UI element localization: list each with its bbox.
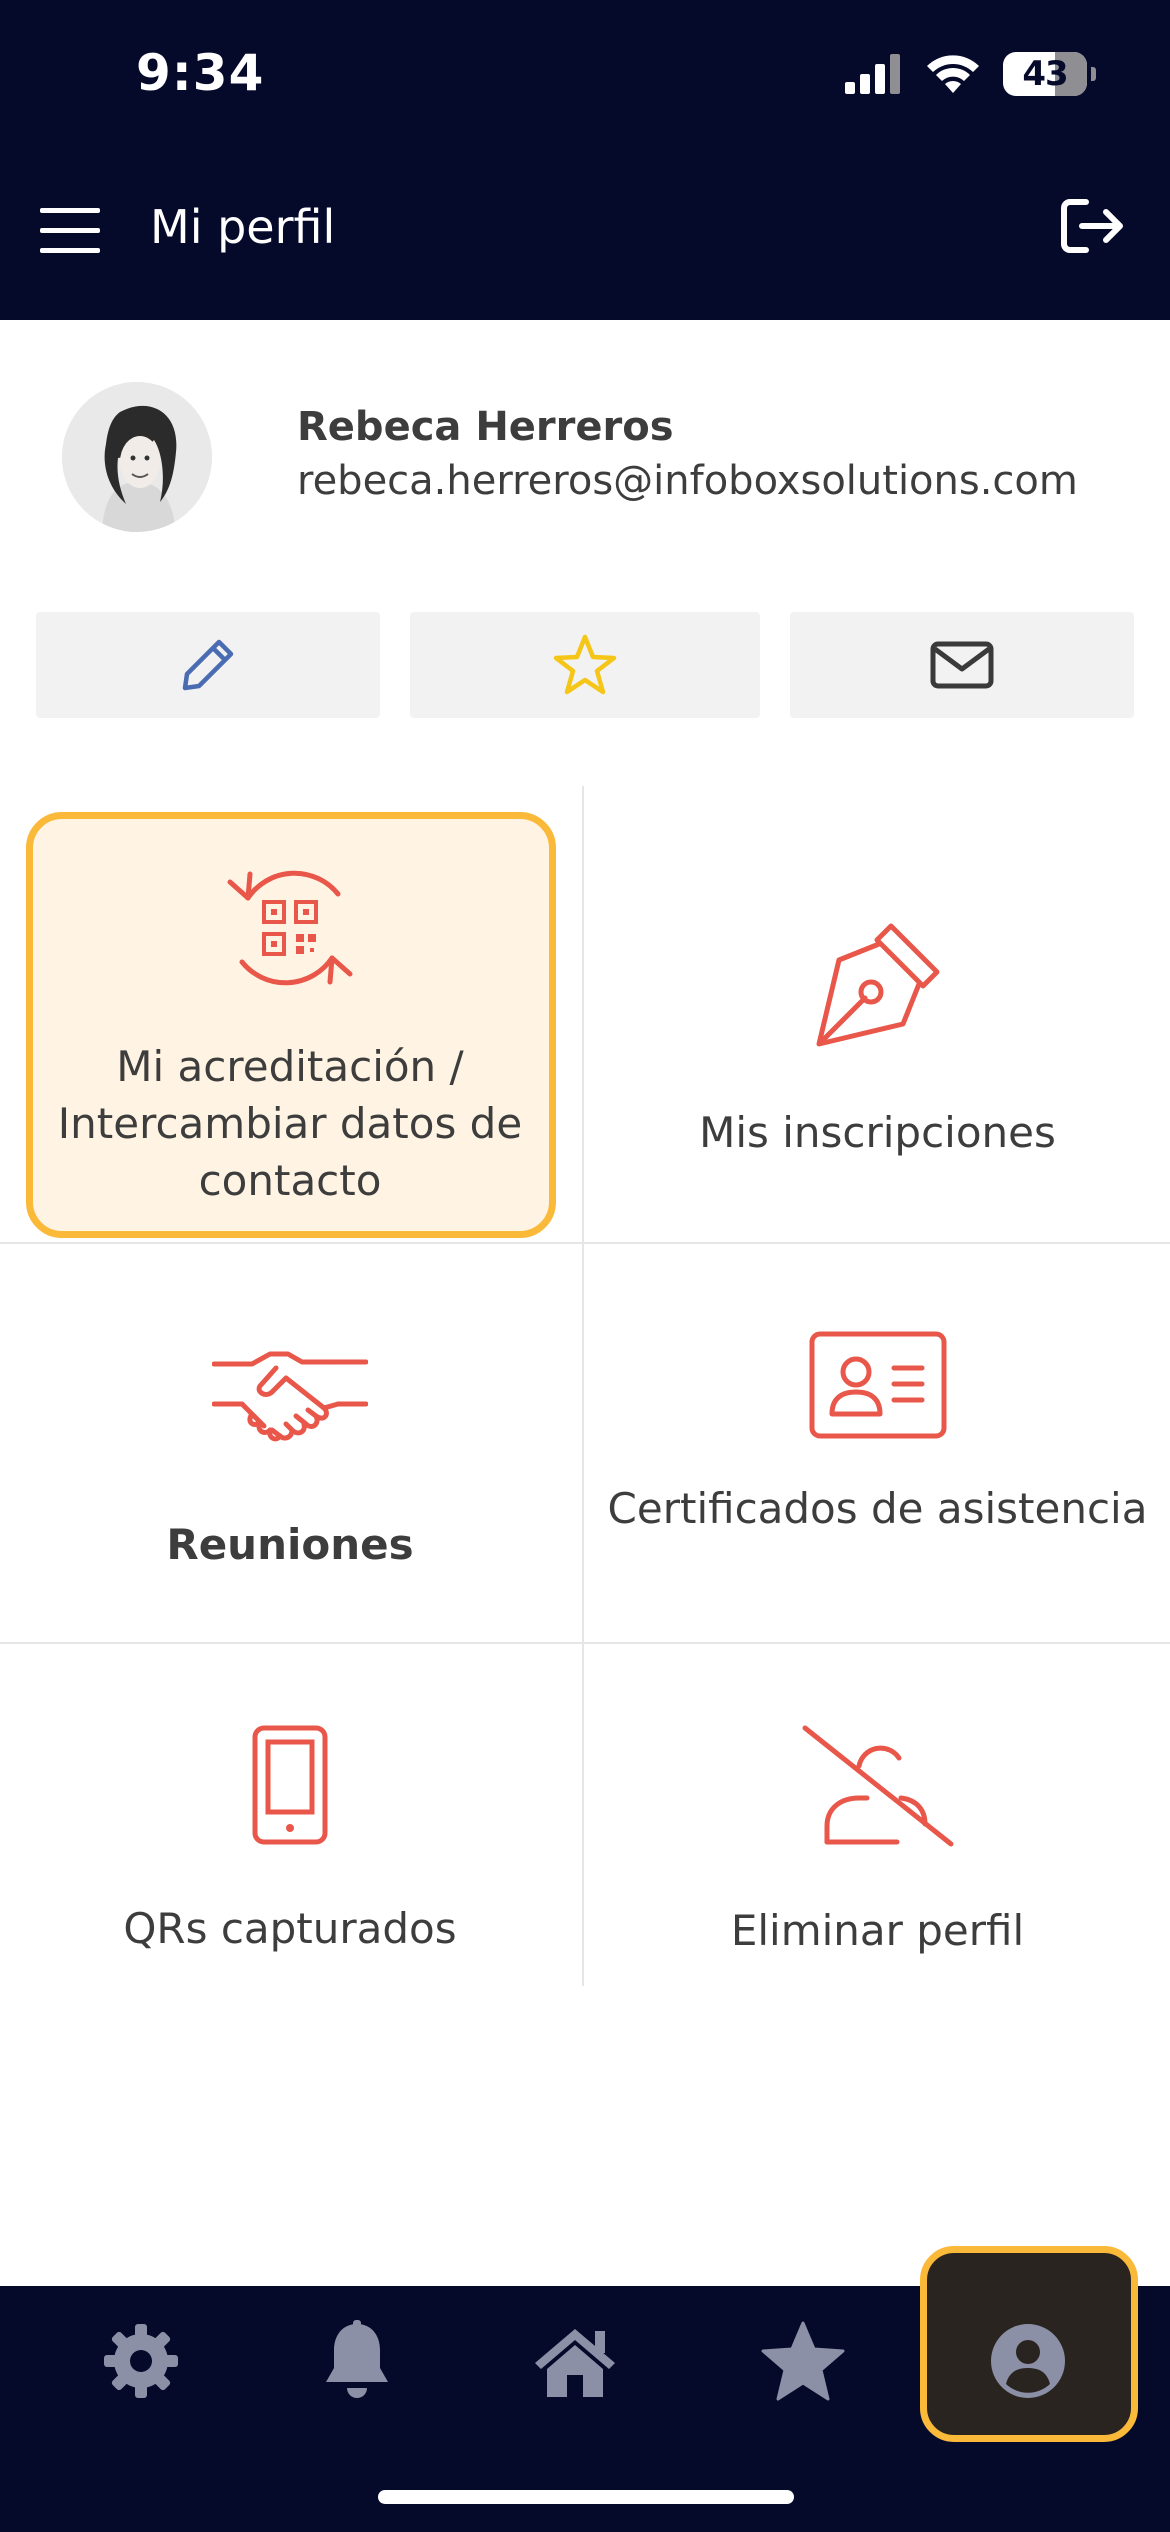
tile-label: QRs capturados (123, 1904, 457, 1953)
edit-profile-button[interactable] (36, 612, 380, 718)
avatar (62, 382, 212, 532)
favorites-star-icon (761, 2321, 845, 2401)
pen-nib-icon (816, 923, 939, 1047)
tile-label: Mi acreditación / Intercambiar datos de … (57, 1042, 523, 1205)
grid-divider-row-2 (0, 1642, 1170, 1644)
nav-favorites[interactable] (758, 2316, 848, 2406)
handshake-icon (212, 1351, 368, 1442)
user-email: rebeca.herreros@infoboxsolutions.com (297, 458, 1078, 504)
id-card-icon (809, 1331, 946, 1439)
tile-label: Eliminar perfil (730, 1906, 1025, 1955)
battery-nub (1091, 67, 1096, 81)
grid-divider-row-1 (0, 1242, 1170, 1244)
settings-gear-icon (104, 2324, 178, 2398)
nav-settings[interactable] (96, 2316, 186, 2406)
profile-user-icon (991, 2324, 1065, 2398)
notifications-bell-icon (326, 2320, 388, 2398)
tile-label: Certificados de asistencia (607, 1484, 1148, 1533)
user-delete-icon (802, 1725, 953, 1847)
tile-qrs-capturados[interactable]: QRs capturados (40, 1724, 540, 1957)
home-indicator (378, 2490, 794, 2504)
grid-divider-vertical (582, 786, 584, 1986)
status-time: 9:34 (136, 44, 265, 102)
nav-notifications[interactable] (312, 2316, 402, 2406)
logout-icon[interactable] (1060, 196, 1126, 256)
edit-pencil-icon (182, 639, 234, 691)
tile-reuniones[interactable]: Reuniones (40, 1346, 540, 1573)
battery-level: 43 (1022, 54, 1068, 94)
battery-indicator: 43 (1003, 52, 1087, 96)
tile-label: Mis inscripciones (699, 1108, 1056, 1157)
home-icon (535, 2329, 615, 2397)
tile-label: Reuniones (166, 1520, 414, 1569)
tile-eliminar-perfil[interactable]: Eliminar perfil (600, 1724, 1155, 1959)
nav-home[interactable] (530, 2316, 620, 2406)
tile-mis-inscripciones[interactable]: Mis inscripciones (600, 920, 1155, 1161)
wifi-icon (927, 55, 979, 93)
qr-exchange-icon (227, 870, 353, 986)
user-name: Rebeca Herreros (297, 404, 674, 450)
smartphone-icon (252, 1725, 328, 1845)
star-outline-icon (553, 634, 617, 695)
message-button[interactable] (790, 612, 1134, 718)
favorites-button[interactable] (410, 612, 760, 718)
status-icons: 43 (845, 52, 1096, 96)
nav-profile[interactable] (983, 2316, 1073, 2406)
page-title: Mi perfil (150, 200, 336, 254)
cellular-signal-icon (845, 54, 900, 94)
tile-certificados[interactable]: Certificados de asistencia (600, 1330, 1155, 1537)
mail-envelope-icon (930, 641, 994, 689)
hamburger-menu-icon[interactable] (40, 208, 100, 256)
tile-mi-acreditacion[interactable]: Mi acreditación / Intercambiar datos de … (40, 858, 540, 1209)
